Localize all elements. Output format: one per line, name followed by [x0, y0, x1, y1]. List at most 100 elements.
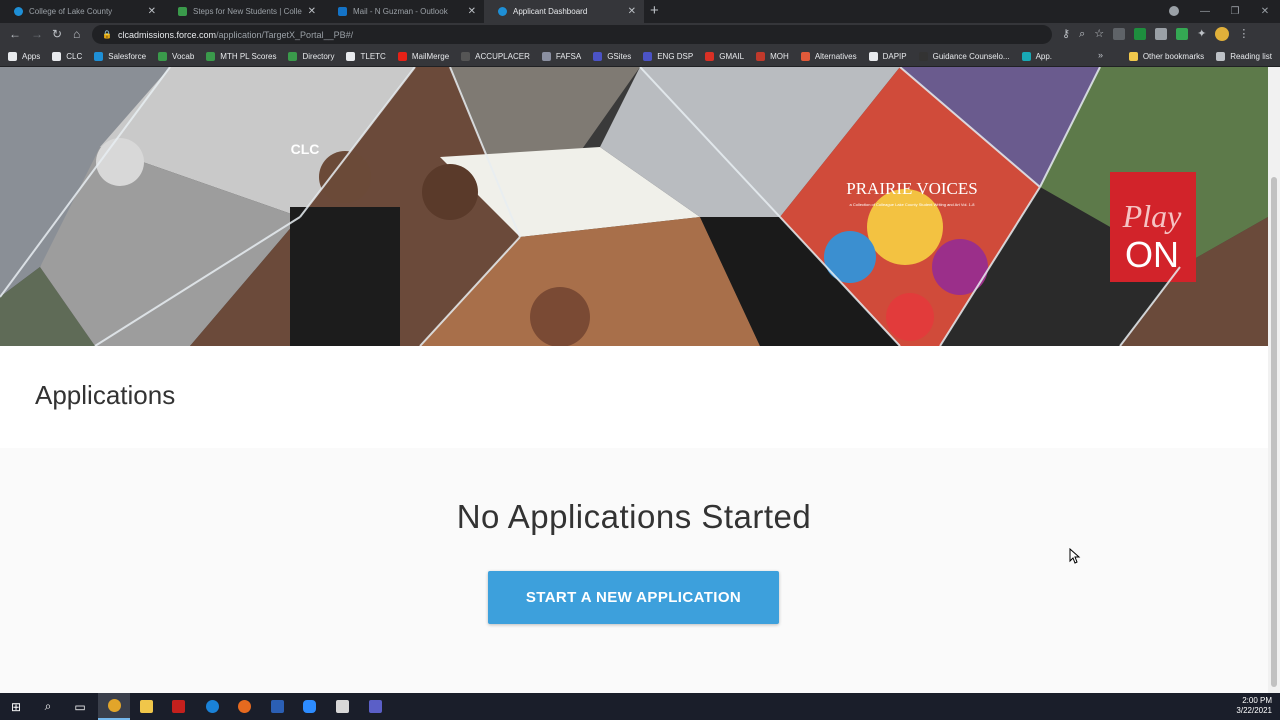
bookmark-gmail[interactable]: GMAIL	[705, 51, 744, 61]
folder-icon	[1128, 52, 1138, 61]
puzzle-icon[interactable]: ✦	[1197, 26, 1206, 42]
window-controls: — ❐ ✕	[1190, 0, 1280, 23]
zoom-icon[interactable]: ⌕	[1079, 26, 1085, 42]
tab-outlook-mail[interactable]: Mail - N Guzman - Outlook ✕	[324, 0, 484, 23]
star-icon[interactable]: ☆	[1094, 26, 1104, 42]
acrobat-icon[interactable]	[162, 693, 194, 720]
banner-clc-text: CLC	[291, 141, 320, 157]
bookmark-label: TLETC	[360, 51, 386, 61]
bookmark-fafsa[interactable]: FAFSA	[541, 51, 582, 61]
bookmark-mailmerge[interactable]: MailMerge	[397, 51, 449, 61]
toolbar-icons: ⚷ ⌕ ☆ ✦ ⋮	[1062, 26, 1249, 42]
lock-icon[interactable]: 🔒	[102, 30, 112, 39]
bookmark-apps[interactable]: Apps	[8, 51, 41, 61]
bookmark-alternatives[interactable]: Alternatives	[800, 51, 857, 61]
other-bookmarks[interactable]: Other bookmarks	[1128, 52, 1205, 61]
bookmark-tletc[interactable]: TLETC	[346, 51, 386, 61]
bookmark-app[interactable]: App.	[1021, 51, 1052, 61]
youtube-icon	[397, 51, 407, 61]
bookmark-moh[interactable]: MOH	[756, 51, 789, 61]
other-bookmarks-label: Other bookmarks	[1142, 52, 1205, 61]
bookmark-directory[interactable]: Directory	[288, 51, 334, 61]
leaf-icon	[288, 51, 298, 61]
chrome-icon[interactable]	[98, 693, 130, 720]
close-icon[interactable]: ✕	[468, 6, 476, 17]
back-icon[interactable]: ←	[9, 26, 21, 42]
photos-icon[interactable]	[326, 693, 358, 720]
windows-taskbar: ⊞ ⌕ ▭ 2:00 PM 3/22/2021	[0, 693, 1280, 720]
reading-list-icon	[1216, 52, 1226, 61]
new-tab-button[interactable]: +	[650, 2, 659, 20]
alternatives-icon	[800, 51, 810, 61]
bookmark-dapip[interactable]: DAPIP	[868, 51, 907, 61]
banner-prairie-voices-text: PRAIRIE VOICES	[846, 179, 977, 198]
bookmark-vocab[interactable]: Vocab	[158, 51, 195, 61]
forward-icon[interactable]: →	[31, 26, 43, 42]
start-new-application-button[interactable]: START A NEW APPLICATION	[488, 571, 779, 624]
bookmark-label: Apps	[22, 51, 41, 61]
leaf-icon	[206, 51, 216, 61]
key-icon[interactable]: ⚷	[1062, 26, 1070, 42]
cloud-icon	[498, 7, 507, 16]
profile-avatar[interactable]	[1215, 27, 1230, 41]
close-icon[interactable]: ✕	[308, 6, 316, 17]
banner-collage-image: PRAIRIE VOICES a Collection of Colleague…	[0, 67, 1268, 346]
tab-label: College of Lake County	[29, 7, 113, 16]
bookmarks-overflow-icon[interactable]: »	[1098, 50, 1103, 60]
start-icon[interactable]: ⊞	[0, 693, 32, 720]
clock-date: 3/22/2021	[1236, 706, 1272, 715]
restore-icon[interactable]: ❐	[1220, 6, 1250, 17]
close-icon[interactable]: ✕	[628, 6, 636, 17]
task-view-icon[interactable]: ▭	[64, 693, 96, 720]
address-bar[interactable]: 🔒 clcadmissions.force.com/application/Ta…	[92, 25, 1052, 44]
tab-college-of-lake-county[interactable]: College of Lake County ✕	[0, 0, 164, 23]
close-window-icon[interactable]: ✕	[1250, 6, 1280, 17]
extension-screen-icon[interactable]	[1155, 28, 1168, 40]
moh-icon	[756, 51, 766, 61]
bookmark-clc[interactable]: CLC	[52, 51, 83, 61]
gmail-icon	[705, 51, 715, 61]
teams-icon[interactable]	[359, 693, 391, 720]
tab-label: Mail - N Guzman - Outlook	[353, 7, 448, 16]
page-scrollbar[interactable]	[1268, 67, 1280, 693]
globe-icon	[346, 51, 356, 61]
tab-steps-for-new-students[interactable]: Steps for New Students | College ✕	[164, 0, 324, 23]
extension-b-icon[interactable]	[1134, 28, 1147, 40]
bookmark-label: DAPIP	[882, 51, 907, 61]
bookmark-gsites[interactable]: GSites	[593, 51, 631, 61]
reload-icon[interactable]: ↻	[52, 26, 62, 42]
system-clock[interactable]: 2:00 PM 3/22/2021	[1236, 696, 1272, 716]
bookmark-label: Vocab	[172, 51, 195, 61]
search-icon[interactable]: ⌕	[32, 693, 64, 720]
minimize-icon[interactable]: —	[1190, 6, 1220, 17]
extension-green-icon[interactable]	[1176, 28, 1189, 40]
file-explorer-icon[interactable]	[130, 693, 162, 720]
browser-toolbar: ← → ↻ ⌂ 🔒 clcadmissions.force.com/applic…	[0, 23, 1280, 46]
bookmark-mth-pl-scores[interactable]: MTH PL Scores	[206, 51, 276, 61]
bookmark-guidance-counselo[interactable]: Guidance Counselo...	[918, 51, 1010, 61]
tab-search-icon[interactable]	[1169, 6, 1179, 16]
bookmark-eng-dsp[interactable]: ENG DSP	[643, 51, 694, 61]
tab-applicant-dashboard[interactable]: Applicant Dashboard ✕	[484, 0, 644, 23]
bookmark-label: CLC	[66, 51, 83, 61]
empty-state-message: No Applications Started	[456, 498, 812, 535]
reading-list-label: Reading list	[1230, 52, 1272, 61]
reading-list[interactable]: Reading list	[1216, 52, 1272, 61]
menu-icon[interactable]: ⋮	[1238, 26, 1249, 42]
bookmark-label: FAFSA	[555, 51, 582, 61]
bookmark-salesforce[interactable]: Salesforce	[94, 51, 146, 61]
banner-prairie-voices-subtitle: a Collection of Colleague Lake County St…	[850, 202, 976, 207]
home-icon[interactable]: ⌂	[73, 26, 80, 42]
bookmark-accuplacer[interactable]: ACCUPLACER	[461, 51, 530, 61]
word-icon[interactable]	[261, 693, 293, 720]
bookmark-label: ENG DSP	[657, 51, 694, 61]
close-icon[interactable]: ✕	[148, 6, 156, 17]
extension-i-icon[interactable]	[1113, 28, 1126, 40]
firefox-icon[interactable]	[228, 693, 260, 720]
zoom-app-icon[interactable]	[293, 693, 325, 720]
edge-icon[interactable]	[196, 693, 228, 720]
banner-play-text: Play	[1122, 198, 1182, 234]
leaf-icon	[158, 51, 168, 61]
dots-icon	[461, 51, 471, 61]
scrollbar-thumb[interactable]	[1271, 177, 1277, 687]
